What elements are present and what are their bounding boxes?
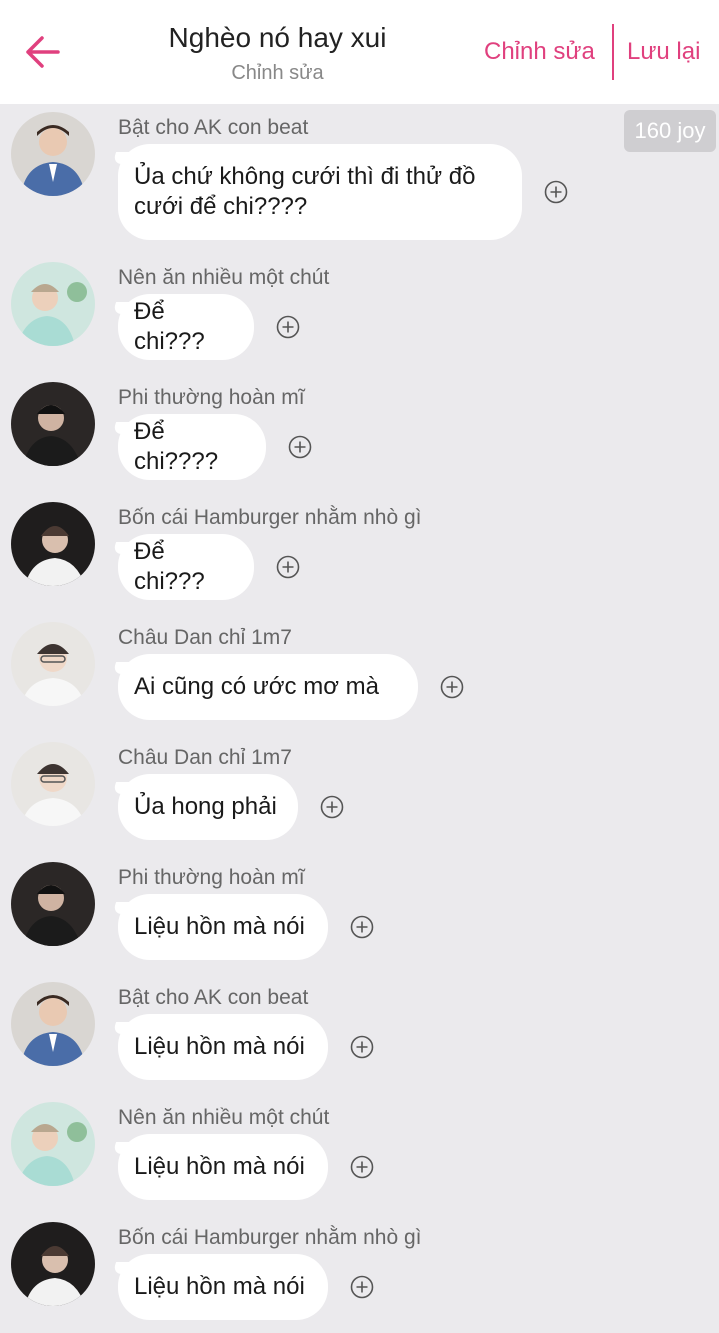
message-text: Để chi???: [134, 537, 238, 597]
add-reaction-icon[interactable]: [276, 315, 300, 339]
add-reaction-icon[interactable]: [440, 675, 464, 699]
message-line: Để chi???: [134, 538, 205, 595]
message-text: Liệu hồn mà nói: [134, 912, 305, 942]
sender-name: Bật cho AK con beat: [118, 116, 309, 139]
sender-name: Nên ăn nhiều một chút: [118, 266, 330, 289]
app-header: Nghèo nó hay xui Chỉnh sửa Chỉnh sửa Lưu…: [0, 0, 719, 104]
joy-badge: 160 joy: [624, 110, 716, 152]
avatar[interactable]: [11, 1102, 95, 1186]
message-bubble[interactable]: Liệu hồn mà nói: [118, 1254, 328, 1320]
sender-name: Châu Dan chỉ 1m7: [118, 746, 292, 769]
message-line: cưới để chi????: [134, 193, 308, 220]
message-line: Liệu hồn mà nói: [134, 1153, 305, 1180]
edit-button[interactable]: Chỉnh sửa: [484, 38, 595, 66]
add-reaction-icon[interactable]: [350, 1035, 374, 1059]
message-bubble[interactable]: Liệu hồn mà nói: [118, 894, 328, 960]
add-reaction-icon[interactable]: [350, 1155, 374, 1179]
message-line: Liệu hồn mà nói: [134, 913, 305, 940]
message-line: Ai cũng có ước mơ mà: [134, 673, 379, 700]
avatar[interactable]: [11, 622, 95, 706]
sender-name: Châu Dan chỉ 1m7: [118, 626, 292, 649]
message-bubble[interactable]: Ủa chứ không cưới thì đi thử đồ cưới để c…: [118, 144, 522, 240]
avatar[interactable]: [11, 502, 95, 586]
message-line: Ủa hong phải: [134, 793, 277, 820]
message-bubble[interactable]: Liệu hồn mà nói: [118, 1134, 328, 1200]
sender-name: Bật cho AK con beat: [118, 986, 309, 1009]
message-text: Để chi????: [134, 417, 250, 477]
avatar[interactable]: [11, 742, 95, 826]
page-subtitle: Chỉnh sửa: [231, 62, 324, 84]
add-reaction-icon[interactable]: [320, 795, 344, 819]
message-bubble[interactable]: Ai cũng có ước mơ mà: [118, 654, 418, 720]
title-block: Nghèo nó hay xui Chỉnh sửa: [120, 20, 435, 85]
message-line: Liệu hồn mà nói: [134, 1273, 305, 1300]
page-title: Nghèo nó hay xui: [168, 22, 387, 53]
sender-name: Phi thường hoàn mĩ: [118, 386, 305, 409]
add-reaction-icon[interactable]: [350, 1275, 374, 1299]
add-reaction-icon[interactable]: [288, 435, 312, 459]
sender-name: Bốn cái Hamburger nhằm nhò gì: [118, 1226, 422, 1249]
message-text: Liệu hồn mà nói: [134, 1272, 305, 1302]
message-line: Ủa chứ không cưới thì đi thử đồ: [134, 163, 476, 190]
avatar[interactable]: [11, 382, 95, 466]
avatar[interactable]: [11, 262, 95, 346]
message-text: Ủa hong phải: [134, 792, 277, 822]
add-reaction-icon[interactable]: [350, 915, 374, 939]
back-arrow-icon[interactable]: [22, 34, 62, 70]
message-bubble[interactable]: Để chi????: [118, 414, 266, 480]
message-bubble[interactable]: Liệu hồn mà nói: [118, 1014, 328, 1080]
sender-name: Nên ăn nhiều một chút: [118, 1106, 330, 1129]
message-text: Liệu hồn mà nói: [134, 1152, 305, 1182]
message-text: Liệu hồn mà nói: [134, 1032, 305, 1062]
message-bubble[interactable]: Ủa hong phải: [118, 774, 298, 840]
message-bubble[interactable]: Để chi???: [118, 534, 254, 600]
message-line: Để chi???: [134, 298, 205, 355]
message-line: Liệu hồn mà nói: [134, 1033, 305, 1060]
message-line: Để chi????: [134, 418, 219, 475]
message-text: Ai cũng có ước mơ mà: [134, 672, 379, 702]
sender-name: Bốn cái Hamburger nhằm nhò gì: [118, 506, 422, 529]
avatar[interactable]: [11, 862, 95, 946]
add-reaction-icon[interactable]: [544, 180, 568, 204]
save-button[interactable]: Lưu lại: [627, 38, 700, 66]
header-divider: [612, 24, 614, 80]
message-text: Để chi???: [134, 297, 238, 357]
avatar[interactable]: [11, 982, 95, 1066]
message-bubble[interactable]: Để chi???: [118, 294, 254, 360]
avatar[interactable]: [11, 1222, 95, 1306]
sender-name: Phi thường hoàn mĩ: [118, 866, 305, 889]
message-text: Ủa chứ không cưới thì đi thử đồ cưới để c…: [134, 162, 475, 222]
add-reaction-icon[interactable]: [276, 555, 300, 579]
avatar[interactable]: [11, 112, 95, 196]
